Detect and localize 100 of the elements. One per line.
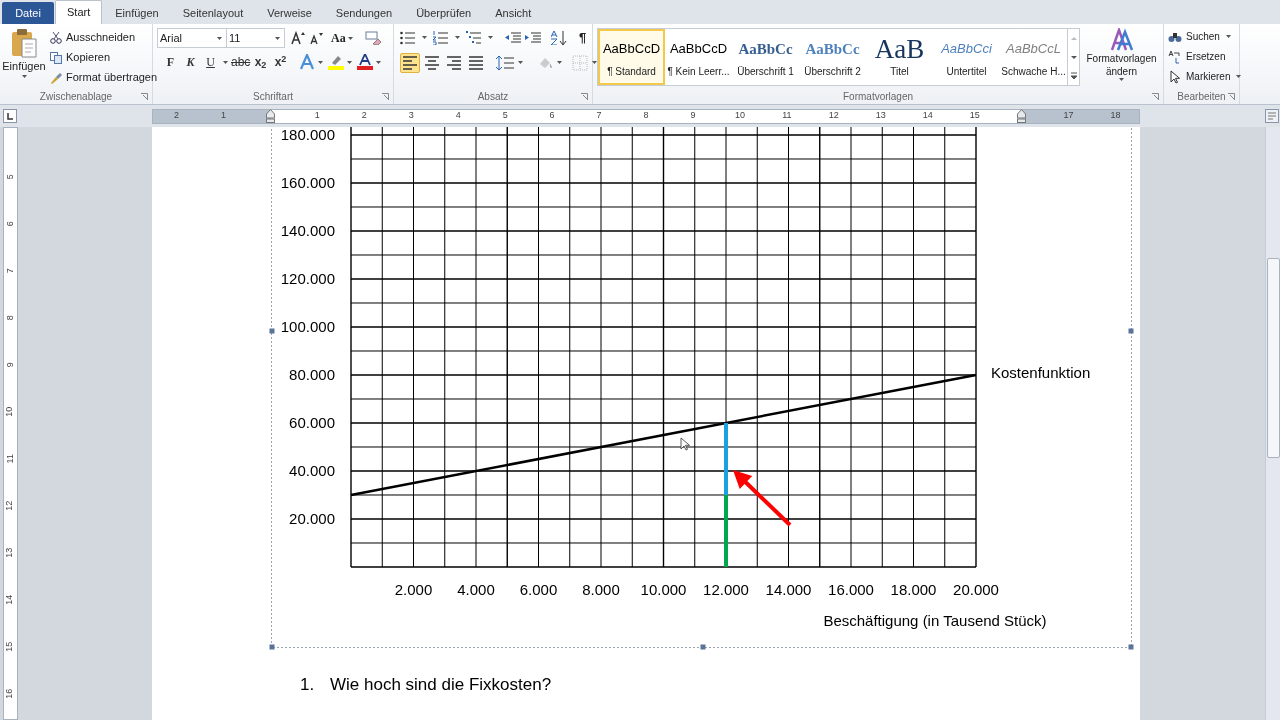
format-button[interactable]: x$^{2}$ [271,53,290,71]
style-gallery-item[interactable]: AaBbCcD ¶ Standard [598,29,665,85]
line-spacing-icon[interactable] [496,54,514,71]
resize-handle[interactable] [269,328,275,334]
formatting-marks-button[interactable]: ¶ [579,28,587,48]
dialog-launcher-icon[interactable] [581,93,588,100]
resize-handle[interactable] [1128,328,1134,334]
change-styles-button[interactable]: Formatvorlagen ändern [1084,28,1159,88]
dialog-launcher-icon[interactable] [1152,93,1159,100]
format-button[interactable]: K [181,53,200,71]
grow-font-icon[interactable] [291,31,305,45]
change-case-button[interactable]: Aa [331,29,355,47]
caret-icon[interactable] [557,61,562,64]
format-button[interactable]: x$_{2}$ [251,53,270,71]
vertical-scrollbar[interactable] [1265,127,1280,720]
x-tick-label: 16.000 [828,581,874,598]
editing-command[interactable]: Suchen [1168,28,1235,45]
clipboard-command[interactable]: Kopieren [50,49,158,66]
indent-marker-icon[interactable] [1017,109,1027,123]
sort-icon[interactable] [551,30,567,45]
vertical-ruler[interactable]: 5 6 7 8 9 10 11 12 13 14 15 16 [3,127,18,720]
ribbon-tab[interactable]: Start [55,0,103,24]
caret-icon[interactable] [592,61,597,64]
horizontal-ruler[interactable]: 2 1 1 2 3 4 5 6 7 8 9 10 11 12 13 14 15 17 18 [152,108,1140,124]
style-gallery-item[interactable]: AaBbCci Untertitel [933,29,1000,85]
highlighter-icon[interactable] [328,54,344,70]
caret-icon[interactable] [1119,78,1124,81]
clear-format-icon[interactable] [364,31,381,45]
indent-marker-icon[interactable] [265,109,275,123]
caret-icon[interactable] [217,36,222,40]
tab-selector-icon[interactable] [3,109,17,123]
caret-icon[interactable] [1225,35,1231,38]
style-gallery-item[interactable]: AaBbCcD ¶ Kein Leerr... [665,29,732,85]
x-tick-label: 14.000 [765,581,812,598]
multilevel-list-icon[interactable] [466,30,482,45]
format-button[interactable]: U [201,53,220,71]
caret-icon[interactable] [347,60,352,64]
dialog-launcher-icon[interactable] [1228,93,1235,100]
file-tab[interactable]: Datei [2,2,54,24]
ribbon-tab[interactable]: Einfügen [104,2,170,24]
ruler-number: 7 [596,109,602,123]
style-gallery-item[interactable]: AaBbCc Überschrift 1 [732,29,799,85]
caret-icon[interactable] [455,36,460,40]
brush-icon [50,71,62,84]
caret-icon[interactable] [318,60,323,64]
bullet-list-icon[interactable] [400,30,416,45]
y-tick-label: 160.000 [280,174,335,191]
dialog-launcher-icon[interactable] [382,93,389,100]
ruler-number: 11 [782,109,792,123]
ruler-number: 5 [3,174,16,179]
resize-handle[interactable] [269,644,275,650]
ribbon-tab[interactable]: Seitenlayout [171,2,255,24]
ribbon-tab[interactable]: Sendungen [324,2,404,24]
ruler-number: 11 [3,453,16,464]
editing-command[interactable]: Ersetzen [1168,48,1235,65]
ruler-number: 14 [922,109,933,123]
font-name-field[interactable]: Arial [157,28,227,48]
ruler-number: 13 [875,109,886,123]
caret-icon[interactable] [518,61,523,64]
shrink-font-icon[interactable] [309,31,323,45]
ribbon-tab[interactable]: Überprüfen [405,2,483,24]
x-tick-label: 12.000 [703,581,749,598]
caret-icon[interactable] [21,74,27,78]
font-color-icon[interactable] [357,54,373,70]
increase-indent-icon[interactable] [525,30,541,45]
align-left-button[interactable] [400,52,420,73]
numbered-list-icon[interactable] [433,30,449,45]
group-label: Formatvorlagen [843,89,913,104]
resize-handle[interactable] [700,644,706,650]
ribbon-tab[interactable]: Verweise [256,2,323,24]
ruler-number: 8 [3,315,16,320]
caret-icon[interactable] [347,36,353,40]
scroll-thumb[interactable] [1266,258,1280,458]
format-button[interactable]: abc [231,53,250,71]
ruler-number: 10 [3,406,16,417]
clipboard-command[interactable]: Ausschneiden [50,29,158,46]
dialog-launcher-icon[interactable] [141,93,148,100]
caret-icon[interactable] [275,36,280,40]
caret-icon[interactable] [376,60,381,64]
view-ruler-icon[interactable] [1265,109,1279,123]
caret-icon[interactable] [223,60,228,64]
editing-command[interactable]: Markieren [1168,68,1235,85]
clipboard-command[interactable]: Format übertragen [50,69,158,86]
resize-handle[interactable] [1128,644,1134,650]
ruler-number: 2 [361,109,367,123]
ruler-number: 1 [220,109,226,123]
caret-icon[interactable] [1236,75,1242,78]
ribbon-tab[interactable]: Ansicht [484,2,543,24]
text-effects-icon[interactable] [299,54,315,70]
style-gallery-item[interactable]: AaBbCcL Schwache H... [1000,29,1067,85]
paste-button[interactable]: Einfügen [4,28,44,88]
style-gallery-item[interactable]: AaB Titel [866,29,933,85]
style-gallery-item[interactable]: AaBbCc Überschrift 2 [799,29,866,85]
caret-icon[interactable] [422,36,427,40]
format-button[interactable]: F [161,53,180,71]
ruler-number: 15 [3,641,16,652]
font-size-field[interactable]: 11 [227,28,285,48]
caret-icon[interactable] [488,36,493,40]
selection-frame[interactable] [271,127,1132,648]
decrease-indent-icon[interactable] [505,30,521,45]
